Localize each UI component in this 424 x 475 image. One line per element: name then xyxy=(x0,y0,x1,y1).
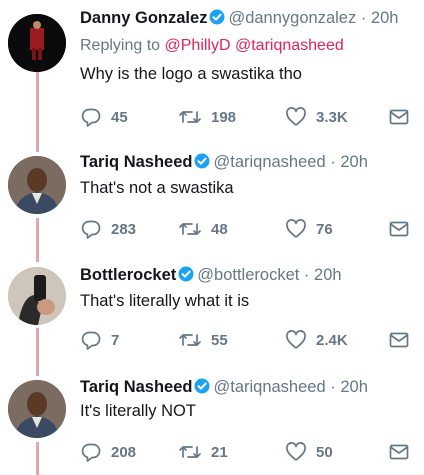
heart-icon xyxy=(285,218,307,240)
timestamp[interactable]: 20h xyxy=(371,9,399,27)
envelope-icon xyxy=(388,106,410,128)
heart-icon xyxy=(285,441,307,463)
separator-dot: · xyxy=(303,266,310,284)
reply-button[interactable]: 7 xyxy=(80,328,119,352)
timestamp[interactable]: 20h xyxy=(340,378,368,396)
reply-button[interactable]: 283 xyxy=(80,217,136,241)
separator-dot: · xyxy=(330,378,336,396)
tweet-actions: 45 198 3.3K xyxy=(80,105,410,129)
display-name[interactable]: Danny Gonzalez xyxy=(80,9,207,27)
verified-badge-icon xyxy=(209,9,225,25)
envelope-icon xyxy=(388,441,410,463)
reply-icon xyxy=(80,218,102,240)
direct-message-button[interactable] xyxy=(388,105,410,129)
display-name[interactable]: Bottlerocket xyxy=(80,266,176,284)
like-button[interactable]: 3.3K xyxy=(285,105,348,129)
like-count: 2.4K xyxy=(316,331,348,349)
tweet-header: Bottlerocket @bottlerocket · 20h xyxy=(80,265,342,285)
retweet-icon xyxy=(178,106,202,128)
separator-dot: · xyxy=(360,9,367,27)
reply-icon xyxy=(80,106,102,128)
replying-to: Replying to @PhillyD @tariqnasheed xyxy=(80,36,344,56)
like-count: 76 xyxy=(316,220,333,238)
mention-link[interactable]: @PhillyD xyxy=(165,37,231,54)
retweet-button[interactable]: 48 xyxy=(178,217,228,241)
reply-count: 208 xyxy=(111,443,137,461)
handle[interactable]: @tariqnasheed xyxy=(213,153,325,171)
like-count: 50 xyxy=(316,443,333,461)
retweet-count: 48 xyxy=(211,220,228,238)
reply-button[interactable]: 208 xyxy=(80,440,136,464)
retweet-button[interactable]: 198 xyxy=(178,105,236,129)
handle[interactable]: @tariqnasheed xyxy=(213,378,325,396)
retweet-button[interactable]: 21 xyxy=(178,440,228,464)
tweet-text: That's literally what it is xyxy=(80,292,250,310)
like-count: 3.3K xyxy=(316,108,348,126)
reply-button[interactable]: 45 xyxy=(80,105,128,129)
tweet-header: Tariq Nasheed @tariqnasheed · 20h xyxy=(80,377,368,397)
tweet-text: Why is the logo a swastika tho xyxy=(80,65,302,83)
replying-to-label: Replying to xyxy=(80,37,161,54)
retweet-icon xyxy=(178,441,202,463)
tweet[interactable]: Danny Gonzalez @dannygonzalez · 20h Reply… xyxy=(0,8,424,138)
avatar[interactable] xyxy=(8,267,66,325)
display-name[interactable]: Tariq Nasheed xyxy=(80,378,192,396)
reply-icon xyxy=(80,441,102,463)
mention-link[interactable]: @tariqnasheed xyxy=(235,37,344,54)
heart-icon xyxy=(285,106,307,128)
timestamp[interactable]: 20h xyxy=(314,266,342,284)
tweet-text: That's not a swastika xyxy=(80,179,234,197)
tweet[interactable]: Tariq Nasheed @tariqnasheed · 20h That's … xyxy=(0,152,424,252)
verified-badge-icon xyxy=(178,266,194,282)
like-button[interactable]: 76 xyxy=(285,217,333,241)
timestamp[interactable]: 20h xyxy=(340,153,368,171)
retweet-count: 21 xyxy=(211,443,228,461)
tweet[interactable]: Bottlerocket @bottlerocket · 20h That's l… xyxy=(0,265,424,365)
separator-dot: · xyxy=(330,153,336,171)
reply-count: 45 xyxy=(111,108,128,126)
tweet-actions: 283 48 76 xyxy=(80,217,410,241)
display-name[interactable]: Tariq Nasheed xyxy=(80,153,192,171)
verified-badge-icon xyxy=(194,153,210,169)
retweet-button[interactable]: 55 xyxy=(178,328,228,352)
tweet-text: It's literally NOT xyxy=(80,402,196,420)
tweet[interactable]: Tariq Nasheed @tariqnasheed · 20h It's li… xyxy=(0,377,424,475)
retweet-count: 198 xyxy=(211,108,237,126)
heart-icon xyxy=(285,329,307,351)
avatar[interactable] xyxy=(8,156,66,214)
tweet-header: Tariq Nasheed @tariqnasheed · 20h xyxy=(80,152,368,172)
handle[interactable]: @dannygonzalez xyxy=(228,9,356,27)
retweet-icon xyxy=(178,329,202,351)
handle[interactable]: @bottlerocket xyxy=(197,266,299,284)
tweet-header: Danny Gonzalez @dannygonzalez · 20h xyxy=(80,8,398,28)
reply-count: 7 xyxy=(111,331,120,349)
reply-icon xyxy=(80,329,102,351)
retweet-count: 55 xyxy=(211,331,228,349)
tweet-actions: 208 21 50 xyxy=(80,440,410,464)
verified-badge-icon xyxy=(194,378,210,394)
avatar[interactable] xyxy=(8,380,66,438)
envelope-icon xyxy=(388,218,410,240)
retweet-icon xyxy=(178,218,202,240)
direct-message-button[interactable] xyxy=(388,328,410,352)
like-button[interactable]: 2.4K xyxy=(285,328,348,352)
reply-count: 283 xyxy=(111,220,137,238)
envelope-icon xyxy=(388,329,410,351)
direct-message-button[interactable] xyxy=(388,217,410,241)
avatar[interactable] xyxy=(8,14,66,72)
direct-message-button[interactable] xyxy=(388,440,410,464)
tweet-actions: 7 55 2.4K xyxy=(80,328,410,352)
like-button[interactable]: 50 xyxy=(285,440,333,464)
